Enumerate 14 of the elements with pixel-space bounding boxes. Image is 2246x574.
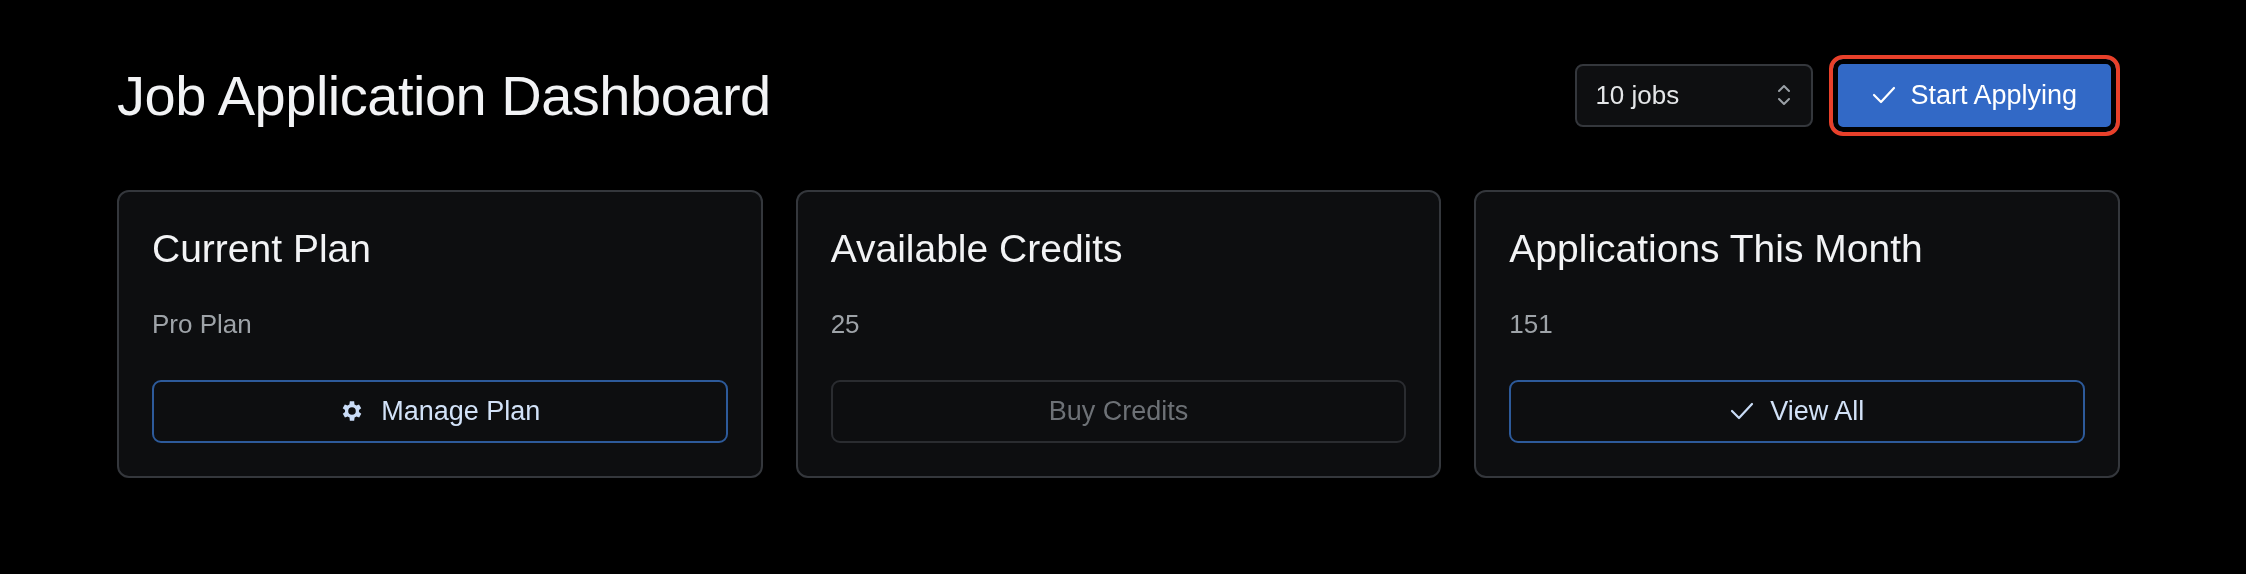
check-icon xyxy=(1872,85,1897,105)
card-action-button[interactable]: View All xyxy=(1509,379,2085,443)
start-applying-button[interactable]: Start Applying xyxy=(1829,54,2120,136)
card-value: 25 xyxy=(830,308,861,340)
card-title: Current Plan xyxy=(152,228,372,271)
card-value: 151 xyxy=(1509,308,1554,340)
chevron-updown-icon xyxy=(1777,83,1792,107)
check-icon xyxy=(1730,401,1755,422)
card-title: Available Credits xyxy=(830,228,1124,271)
card-value: Pro Plan xyxy=(152,308,253,340)
card-action-button[interactable]: Manage Plan xyxy=(152,379,728,443)
card-title: Applications This Month xyxy=(1509,228,1924,271)
page-title: Job Application Dashboard xyxy=(117,62,771,128)
job-count-select[interactable]: 10 jobs xyxy=(1575,63,1814,127)
